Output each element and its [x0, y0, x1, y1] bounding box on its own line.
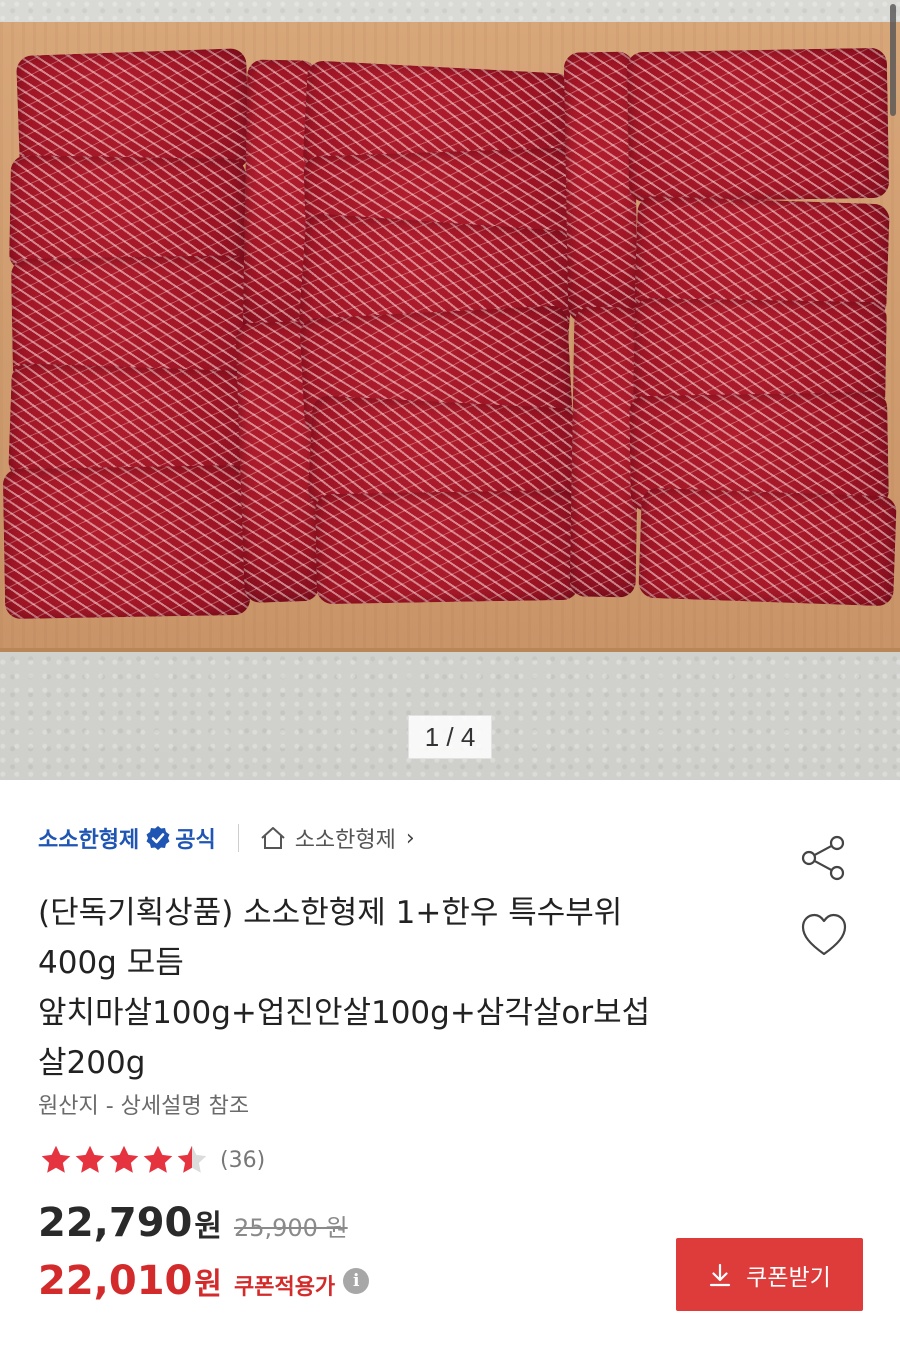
coupon-price: 22,010: [38, 1258, 193, 1304]
home-icon: [261, 827, 285, 849]
official-label: 공식: [175, 828, 216, 853]
coupon-price-label: 쿠폰적용가: [233, 1275, 336, 1300]
title-line: 400g 모듬: [38, 945, 184, 981]
image-pager: 1 / 4: [408, 715, 492, 759]
download-coupon-button[interactable]: 쿠폰받기: [676, 1238, 863, 1311]
star-icon: [109, 1145, 139, 1173]
rating-row[interactable]: (36): [38, 1140, 265, 1180]
sale-price-unit: 원: [194, 1209, 222, 1244]
origin-info: 원산지 - 상세설명 참조: [38, 1094, 250, 1119]
info-icon[interactable]: i: [343, 1268, 370, 1294]
sale-price: 22,790: [38, 1200, 193, 1246]
title-line: 살200g: [38, 1045, 146, 1081]
meat-slice: [2, 464, 251, 620]
star-icon: [41, 1145, 71, 1173]
title-line: 앞치마살100g+업진안살100g+삼각살or보섭: [38, 995, 651, 1031]
star-icon: [75, 1145, 105, 1173]
divider: [237, 824, 239, 852]
original-price: 25,900 원: [233, 1214, 348, 1242]
store-home-label: 소소한형제: [294, 828, 396, 853]
half-star-icon: [177, 1145, 207, 1173]
store-name[interactable]: 소소한형제: [38, 822, 139, 854]
scrollbar[interactable]: [890, 4, 896, 116]
coupon-price-unit: 원: [194, 1267, 222, 1302]
verified-badge-icon: [146, 826, 170, 850]
star-rating: [38, 1142, 208, 1178]
coupon-button-label: 쿠폰받기: [746, 1264, 831, 1291]
store-home-link[interactable]: 소소한형제 ›: [259, 822, 415, 854]
review-count[interactable]: (36): [220, 1148, 265, 1173]
star-icon: [143, 1145, 173, 1173]
title-line: (단독기획상품) 소소한형제 1+한우 특수부위: [38, 895, 623, 931]
meat-slice: [315, 489, 579, 605]
coupon-price-row: 22,010 원 쿠폰적용가 i: [38, 1258, 370, 1304]
product-title: (단독기획상품) 소소한형제 1+한우 특수부위 400g 모듬 앞치마살100…: [38, 888, 768, 1088]
chevron-right-icon: ›: [405, 825, 415, 851]
share-icon[interactable]: [798, 832, 850, 884]
cutting-board: [0, 22, 900, 652]
store-row: 소소한형제 공식 소소한형제 ›: [38, 818, 415, 858]
meat-slice: [626, 47, 890, 203]
price-row: 22,790 원 25,900 원: [38, 1200, 348, 1246]
heart-icon[interactable]: [798, 910, 850, 962]
meat-slice: [638, 487, 897, 607]
product-image[interactable]: 1 / 4: [0, 0, 900, 780]
download-icon: [710, 1263, 731, 1286]
